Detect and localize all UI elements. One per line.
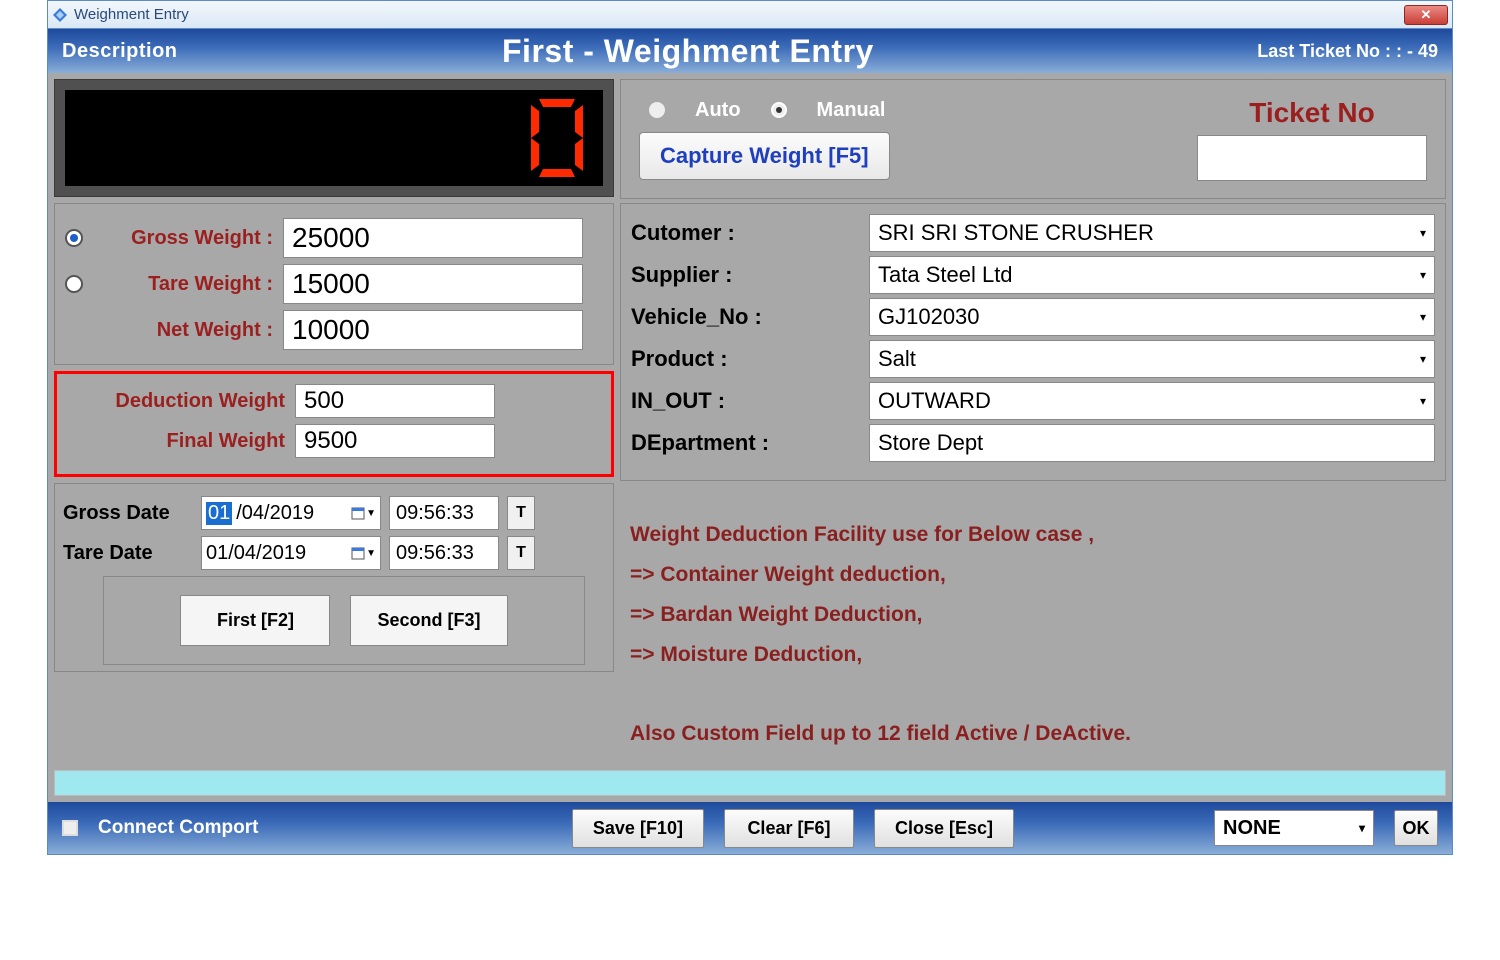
deduction-panel: Deduction Weight Final Weight: [54, 371, 614, 477]
final-weight-label: Final Weight: [65, 430, 285, 453]
window-title: Weighment Entry: [74, 6, 189, 23]
chevron-down-icon: ▾: [1420, 226, 1426, 240]
second-button[interactable]: Second [F3]: [350, 595, 507, 646]
app-icon: [52, 7, 68, 23]
gross-date-label: Gross Date: [63, 502, 193, 525]
gross-time-t-button[interactable]: T: [507, 496, 535, 530]
ticket-no-input[interactable]: [1197, 135, 1427, 181]
product-label: Product :: [631, 346, 861, 372]
department-label: DEpartment :: [631, 430, 861, 456]
chevron-down-icon: ▾: [1420, 352, 1426, 366]
chevron-down-icon: ▾: [1420, 394, 1426, 408]
final-weight-input[interactable]: [295, 424, 495, 458]
department-input[interactable]: Store Dept: [869, 424, 1435, 462]
calendar-icon[interactable]: ▼: [351, 546, 376, 560]
tare-time-field[interactable]: 09:56:33: [389, 536, 499, 570]
last-ticket-no: Last Ticket No : : - 49: [1257, 41, 1438, 62]
capture-weight-button[interactable]: Capture Weight [F5]: [639, 132, 890, 180]
net-weight-input[interactable]: [283, 310, 583, 350]
save-button[interactable]: Save [F10]: [572, 809, 704, 848]
calendar-icon[interactable]: ▼: [351, 506, 376, 520]
chevron-down-icon: ▾: [1420, 268, 1426, 282]
note-line: Weight Deduction Facility use for Below …: [630, 515, 1436, 555]
weight-panel: Gross Weight : Tare Weight : Net Weight …: [54, 203, 614, 365]
footer-bar: Connect Comport Save [F10] Clear [F6] Cl…: [48, 802, 1452, 854]
supplier-select[interactable]: Tata Steel Ltd▾: [869, 256, 1435, 294]
manual-mode-radio[interactable]: [771, 102, 787, 118]
gross-weight-input[interactable]: [283, 218, 583, 258]
footer-select[interactable]: NONE▾: [1214, 810, 1374, 846]
window-frame: Weighment Entry ✕ Description First - We…: [47, 0, 1453, 855]
close-button[interactable]: Close [Esc]: [874, 809, 1014, 848]
header-description: Description: [62, 40, 442, 63]
notes-panel: Weight Deduction Facility use for Below …: [620, 485, 1446, 764]
details-panel: Cutomer : SRI SRI STONE CRUSHER▾ Supplie…: [620, 203, 1446, 481]
supplier-label: Supplier :: [631, 262, 861, 288]
gross-weight-radio[interactable]: [65, 229, 83, 247]
product-select[interactable]: Salt▾: [869, 340, 1435, 378]
lcd-display-panel: [54, 79, 614, 197]
gross-time-field[interactable]: 09:56:33: [389, 496, 499, 530]
clear-button[interactable]: Clear [F6]: [724, 809, 854, 848]
tare-weight-label: Tare Weight :: [93, 273, 273, 296]
auto-mode-radio[interactable]: [649, 102, 665, 118]
ticket-no-label: Ticket No: [1249, 97, 1375, 129]
tare-date-label: Tare Date: [63, 542, 193, 565]
tare-weight-radio[interactable]: [65, 275, 83, 293]
tare-weight-input[interactable]: [283, 264, 583, 304]
vehicle-label: Vehicle_No :: [631, 304, 861, 330]
chevron-down-icon: ▾: [1420, 310, 1426, 324]
customer-select[interactable]: SRI SRI STONE CRUSHER▾: [869, 214, 1435, 252]
date-panel: Gross Date 01/04/2019 ▼ 09:56:33 T Tare: [54, 483, 614, 672]
header-strip: Description First - Weighment Entry Last…: [48, 29, 1452, 73]
connect-comport-label: Connect Comport: [98, 817, 258, 839]
note-line: => Moisture Deduction,: [630, 635, 1436, 675]
tare-date-field[interactable]: 01/04/2019 ▼: [201, 536, 381, 570]
lcd-display: [65, 90, 603, 186]
connect-comport-checkbox[interactable]: [62, 820, 78, 836]
customer-label: Cutomer :: [631, 220, 861, 246]
note-line: => Container Weight deduction,: [630, 555, 1436, 595]
net-weight-label: Net Weight :: [93, 319, 273, 342]
page-title: First - Weighment Entry: [442, 33, 1257, 70]
gross-weight-label: Gross Weight :: [93, 227, 273, 250]
titlebar[interactable]: Weighment Entry ✕: [48, 1, 1452, 29]
auto-mode-label: Auto: [695, 99, 741, 122]
deduction-weight-label: Deduction Weight: [65, 390, 285, 413]
first-button[interactable]: First [F2]: [180, 595, 330, 646]
weighment-buttons: First [F2] Second [F3]: [103, 576, 585, 665]
separator-bar: [54, 770, 1446, 796]
inout-select[interactable]: OUTWARD▾: [869, 382, 1435, 420]
close-icon[interactable]: ✕: [1404, 5, 1448, 25]
tare-time-t-button[interactable]: T: [507, 536, 535, 570]
vehicle-select[interactable]: GJ102030▾: [869, 298, 1435, 336]
gross-date-field[interactable]: 01/04/2019 ▼: [201, 496, 381, 530]
note-line: => Bardan Weight Deduction,: [630, 595, 1436, 635]
capture-panel: Auto Manual Capture Weight [F5] Ticket N…: [620, 79, 1446, 199]
note-line: Also Custom Field up to 12 field Active …: [630, 714, 1436, 754]
inout-label: IN_OUT :: [631, 388, 861, 414]
deduction-weight-input[interactable]: [295, 384, 495, 418]
manual-mode-label: Manual: [817, 99, 886, 122]
seven-segment-zero-icon: [531, 99, 583, 177]
ok-button[interactable]: OK: [1394, 810, 1438, 846]
chevron-down-icon: ▾: [1359, 821, 1365, 835]
